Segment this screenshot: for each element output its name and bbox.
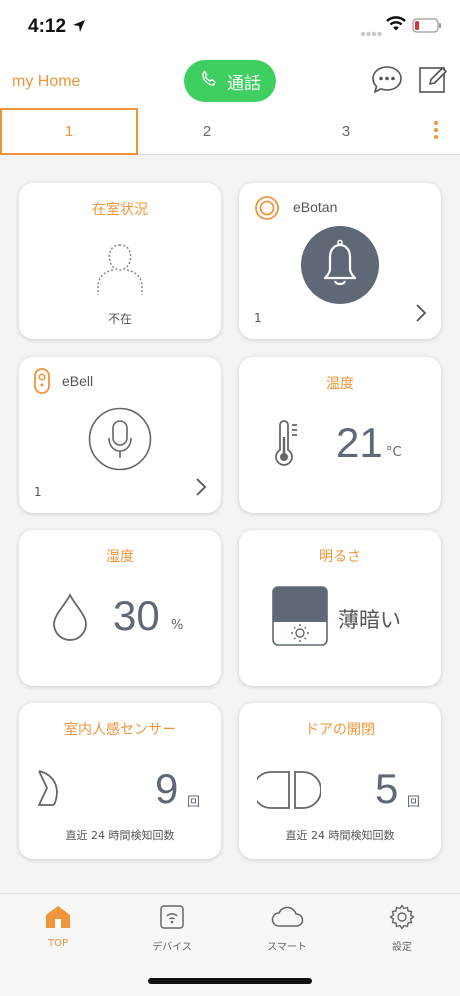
presence-title: 在室状況 bbox=[92, 202, 148, 218]
motion-sensor-title: 室内人感センサー bbox=[64, 722, 176, 738]
presence-card[interactable]: 在室状況 不在 bbox=[19, 183, 221, 339]
tab-2[interactable]: 2 bbox=[138, 108, 276, 155]
door-card[interactable]: ドアの開閉 5 回 直近 24 時間検知回数 bbox=[239, 703, 441, 859]
humidity-title: 湿度 bbox=[106, 549, 134, 565]
call-button[interactable]: 通話 bbox=[184, 60, 276, 102]
presence-status: 不在 bbox=[107, 312, 132, 326]
location-arrow-icon bbox=[72, 18, 86, 37]
cloud-icon bbox=[269, 906, 305, 934]
door-count: 5 bbox=[375, 765, 399, 812]
home-title[interactable]: my Home bbox=[12, 73, 80, 91]
brightness-title: 明るさ bbox=[319, 549, 361, 565]
signal-icon bbox=[360, 22, 382, 41]
home-icon bbox=[44, 906, 72, 934]
ebell-name: eBell bbox=[62, 373, 94, 389]
temperature-value: 21 bbox=[336, 419, 383, 466]
battery-icon bbox=[412, 18, 442, 37]
nav-top[interactable]: TOP bbox=[12, 904, 104, 949]
ebotan-name: eBotan bbox=[293, 199, 338, 215]
nav-device-label: デバイス bbox=[152, 942, 192, 953]
call-label: 通話 bbox=[227, 73, 261, 94]
chevron-right-icon[interactable] bbox=[195, 477, 207, 501]
room-tab-bar: 1 2 3 bbox=[0, 108, 460, 155]
door-footer: 直近 24 時間検知回数 bbox=[285, 829, 395, 842]
nav-device[interactable]: デバイス bbox=[126, 904, 218, 953]
water-drop-icon bbox=[51, 592, 89, 646]
humidity-value: 30 bbox=[113, 592, 160, 639]
ebell-card[interactable]: eBell 1 bbox=[19, 357, 221, 513]
motion-count: 9 bbox=[155, 765, 179, 812]
ebotan-count: 1 bbox=[254, 311, 262, 325]
more-options-icon[interactable] bbox=[426, 118, 446, 146]
nav-settings-label: 設定 bbox=[392, 942, 412, 953]
status-bar: 4:12 bbox=[0, 0, 460, 56]
bell-icon bbox=[301, 226, 379, 308]
motion-sensor-icon bbox=[35, 765, 63, 817]
chat-bubble-icon[interactable] bbox=[370, 64, 404, 100]
temperature-unit: °C bbox=[386, 445, 402, 460]
wifi-icon bbox=[386, 16, 406, 36]
nav-smart[interactable]: スマート bbox=[241, 904, 333, 953]
nav-smart-label: スマート bbox=[267, 942, 307, 953]
humidity-unit: % bbox=[171, 618, 184, 633]
tab-3[interactable]: 3 bbox=[277, 108, 415, 155]
motion-sensor-card[interactable]: 室内人感センサー 9 回 直近 24 時間検知回数 bbox=[19, 703, 221, 859]
motion-unit: 回 bbox=[187, 795, 201, 810]
app-header: my Home 通話 bbox=[0, 56, 460, 108]
nav-settings[interactable]: 設定 bbox=[356, 904, 448, 953]
dim-light-icon bbox=[272, 586, 328, 650]
edit-icon[interactable] bbox=[418, 64, 448, 100]
door-unit: 回 bbox=[407, 795, 421, 810]
ebotan-card[interactable]: eBotan 1 bbox=[239, 183, 441, 339]
chevron-right-icon[interactable] bbox=[415, 303, 427, 327]
ebell-count: 1 bbox=[34, 485, 42, 499]
status-time: 4:12 bbox=[28, 16, 67, 37]
motion-footer: 直近 24 時間検知回数 bbox=[65, 829, 175, 842]
microphone-icon bbox=[88, 407, 152, 475]
ebotan-device-icon bbox=[254, 195, 280, 225]
home-indicator bbox=[148, 978, 312, 984]
humidity-card[interactable]: 湿度 30 % bbox=[19, 530, 221, 686]
brightness-value: 薄暗い bbox=[338, 608, 401, 632]
device-icon bbox=[159, 905, 185, 934]
ebell-device-icon bbox=[33, 367, 51, 399]
door-title: ドアの開閉 bbox=[305, 722, 375, 738]
gear-icon bbox=[389, 904, 415, 934]
temperature-title: 温度 bbox=[326, 376, 354, 392]
phone-icon bbox=[199, 69, 219, 94]
brightness-card[interactable]: 明るさ 薄暗い bbox=[239, 530, 441, 686]
temperature-card[interactable]: 温度 21 °C bbox=[239, 357, 441, 513]
door-sensor-icon bbox=[252, 770, 322, 814]
tab-1[interactable]: 1 bbox=[0, 108, 138, 155]
thermometer-icon bbox=[272, 419, 300, 471]
nav-top-label: TOP bbox=[47, 938, 68, 949]
person-silhouette-icon bbox=[93, 241, 147, 301]
